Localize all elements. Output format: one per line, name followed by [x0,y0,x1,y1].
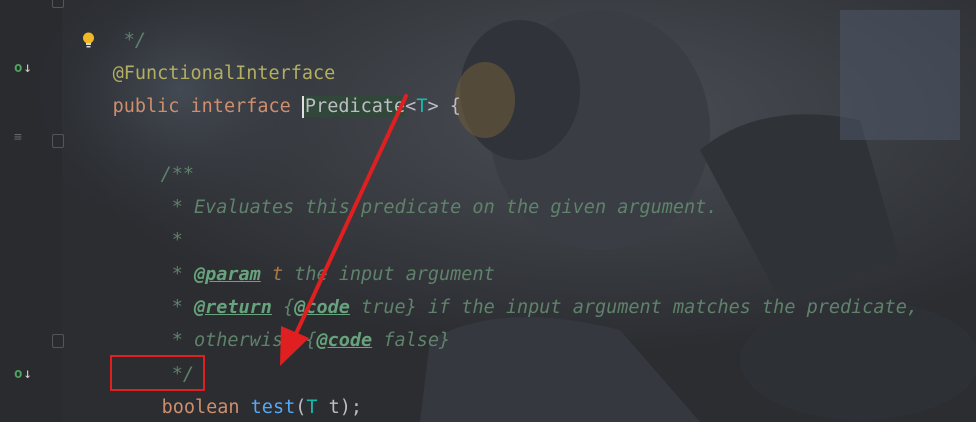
interface-declaration-line: public interface Predicate<T> { [68,56,461,118]
fold-icon[interactable] [52,0,64,8]
run-gutter-icon[interactable]: o↓ [14,366,32,382]
method-name: test [250,397,296,418]
paren-close: ); [339,397,363,418]
type-parameter: T [416,96,428,117]
generic-open: < [405,96,417,117]
javadoc-summary: * Evaluates this predicate on the given … [160,197,718,218]
editor-gutter: o↓ ≡ o↓ [0,0,64,422]
javadoc-blank-line: * [116,190,183,251]
javadoc-return-desc: if the input argument matches the predic… [416,297,918,318]
javadoc-param-line: * @param t the input argument [116,224,495,285]
class-name-highlight[interactable]: Predicate [301,96,406,118]
open-brace: { [438,96,461,117]
paren-open: ( [295,397,307,418]
comment-end-line: */ [68,0,146,51]
class-name: Predicate [304,96,406,117]
param-name: t [317,397,340,418]
javadoc-open-line: /** [116,124,194,185]
javadoc-summary-line: * Evaluates this predicate on the given … [116,157,718,218]
return-type: boolean [161,397,240,418]
keyword-interface: interface [190,96,291,117]
param-type: T [306,397,318,418]
annotation-line: @FunctionalInterface [68,23,336,84]
generic-close: > [427,96,439,117]
javadoc-code-tag: @code [316,330,373,351]
doc-render-icon[interactable]: ≡ [14,130,22,145]
fold-icon[interactable] [52,134,64,148]
keyword-public: public [112,96,180,117]
javadoc-close-line: */ [116,324,194,385]
fold-icon[interactable] [52,334,64,348]
return-type-annotation-box [110,355,205,391]
javadoc-code-value: false} [372,330,451,351]
run-gutter-icon[interactable]: o↓ [14,60,32,76]
intention-bulb-icon[interactable] [82,32,95,49]
javadoc-return-line: * @return {@code true} if the input argu… [116,257,918,318]
text-cursor [301,96,304,118]
code-editor[interactable]: o↓ ≡ o↓ */ @FunctionalInterface public i… [0,0,976,422]
javadoc-otherwise-line: * otherwise {@code false} [116,290,450,351]
